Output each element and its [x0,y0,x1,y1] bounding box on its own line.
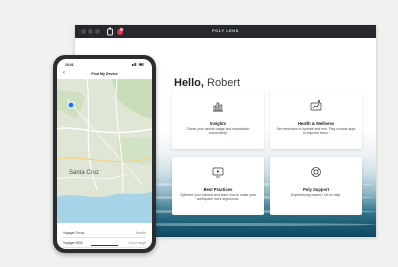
card-insights[interactable]: Insights Check your device usage and wor… [172,91,264,149]
device-name: Voyager Focus [63,231,85,235]
card-title: Insights [209,121,227,126]
greeting-text: Hello, [174,77,204,89]
health-wellness-icon [310,100,322,111]
device-status: Nearby [135,231,146,235]
device-location-map[interactable] [57,79,152,223]
page-greeting: Hello, Robert [174,77,240,89]
card-title: Health & Wellness [297,121,335,126]
card-best-practices[interactable]: Best Practices Optimize your camera and … [172,157,264,215]
card-description: Set reminders to hydrate and rest. Play … [276,127,356,136]
greeting-username: Robert [207,77,241,89]
card-health-wellness[interactable]: Health & Wellness Set reminders to hydra… [270,91,362,149]
device-list-item[interactable]: Voyager Focus Nearby [63,229,146,238]
card-title: Best Practices [203,187,233,192]
card-title: Poly Support [302,187,330,192]
poly-support-icon [311,167,321,177]
best-practices-icon [212,167,224,178]
device-status: Out of range [128,241,146,245]
window-title: POLY LENS [212,28,239,33]
phone-screen: 10:01 ‹ Find My Device Santa Cruz Voyage… [57,59,152,249]
device-list-item[interactable]: Voyager 6200 Out of range [63,239,146,248]
card-description: Experiencing issues? Let us help. [290,193,342,197]
card-poly-support[interactable]: Poly Support Experiencing issues? Let us… [270,157,362,215]
status-time: 10:01 [65,63,74,67]
status-icons [132,63,144,66]
phone-screen-title: Find My Device [91,72,118,76]
window-titlebar: POLY LENS [75,25,376,38]
mobile-phone: 10:01 ‹ Find My Device Santa Cruz Voyage… [53,55,156,253]
map-city-label: Santa Cruz [69,170,100,176]
insights-chart-icon [213,102,223,112]
device-name: Voyager 6200 [63,241,83,245]
card-description: Check your device usage and workstation … [186,127,250,136]
home-indicator[interactable] [91,244,118,246]
card-description: Optimize your camera and learn how to ma… [180,193,256,202]
